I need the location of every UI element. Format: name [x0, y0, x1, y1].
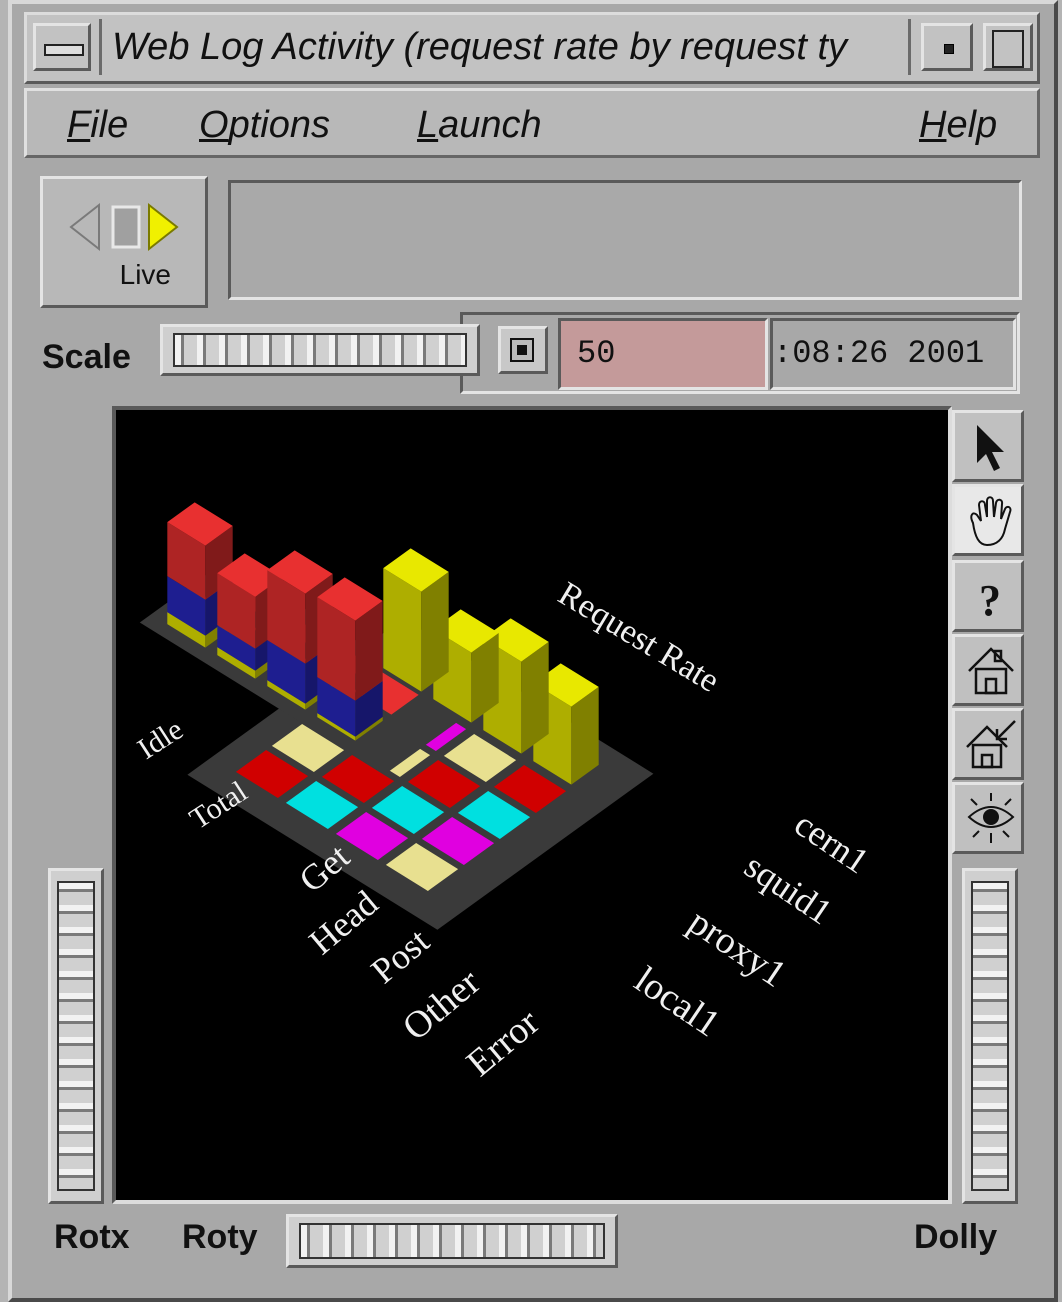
help-tool[interactable]: ? — [952, 560, 1024, 632]
menu-options[interactable]: Options — [199, 101, 330, 149]
window-title: Web Log Activity (request rate by reques… — [99, 19, 911, 75]
live-label: Live — [119, 259, 171, 290]
maximize-button[interactable] — [983, 23, 1033, 71]
menu-bar: File Options Launch Help — [24, 88, 1040, 158]
server-label-local1: local1 — [627, 959, 727, 1046]
type-label-post: Post — [363, 921, 436, 992]
view-all-tool[interactable] — [952, 782, 1024, 854]
time-display: :08:26 2001 — [770, 318, 1016, 390]
menu-options-mnemonic: O — [199, 104, 229, 146]
home-icon — [968, 647, 1014, 695]
window-menu-button[interactable] — [33, 23, 91, 71]
menu-file-label: ile — [90, 104, 129, 146]
menu-launch-label: aunch — [438, 104, 542, 146]
svg-text:?: ? — [979, 576, 1001, 625]
set-home-icon — [966, 720, 1016, 769]
menu-launch-mnemonic: L — [417, 104, 439, 146]
hand-icon — [970, 496, 1012, 547]
vcr-controls-icon — [69, 202, 179, 252]
help-icon: ? — [979, 576, 1001, 625]
set-home-tool[interactable] — [952, 708, 1024, 780]
dolly-thumbwheel[interactable] — [962, 868, 1018, 1204]
server-label-cern1: cern1 — [788, 803, 877, 881]
scale-thumbwheel[interactable] — [160, 324, 480, 376]
live-button[interactable]: Live — [40, 176, 208, 308]
summary-label-idle: Idle — [132, 713, 189, 766]
roty-thumbwheel[interactable] — [286, 1214, 618, 1268]
status-area — [228, 180, 1022, 300]
menu-help-label: elp — [946, 104, 998, 146]
dolly-label: Dolly — [914, 1218, 998, 1256]
menu-file[interactable]: File — [67, 101, 128, 149]
select-tool[interactable] — [952, 410, 1024, 482]
rotx-label: Rotx — [54, 1218, 130, 1256]
bar-scene: Request Rate Idle Total Get Head Post Ot… — [132, 502, 877, 1085]
scale-label: Scale — [42, 338, 131, 376]
3d-viewer[interactable]: Request Rate Idle Total Get Head Post Ot… — [112, 406, 952, 1204]
view-tool[interactable] — [952, 484, 1024, 556]
menu-file-mnemonic: F — [67, 104, 91, 146]
minimize-button[interactable] — [921, 23, 973, 71]
roty-label: Roty — [182, 1218, 258, 1256]
title-bar[interactable]: Web Log Activity (request rate by reques… — [24, 12, 1040, 84]
get-bar-side — [421, 571, 449, 692]
server-label-proxy1: proxy1 — [681, 901, 794, 996]
type-label-error: Error — [459, 1001, 548, 1085]
time-toggle-button[interactable] — [498, 326, 548, 374]
menu-options-label: ptions — [228, 104, 330, 146]
view-all-icon — [967, 793, 1015, 843]
menu-help[interactable]: Help — [919, 101, 997, 149]
interval-field[interactable]: 50 — [558, 318, 768, 390]
rotx-thumbwheel[interactable] — [48, 868, 104, 1204]
menu-launch[interactable]: Launch — [417, 101, 542, 149]
home-tool[interactable] — [952, 634, 1024, 706]
menu-help-mnemonic: H — [919, 104, 947, 146]
pointer-icon — [977, 425, 1004, 471]
